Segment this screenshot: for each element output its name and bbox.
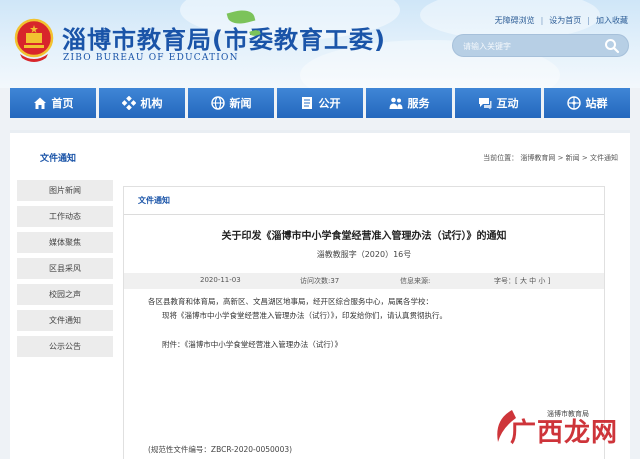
nav-news[interactable]: 新闻: [188, 88, 274, 118]
sidebar-item-file-notice[interactable]: 文件通知: [17, 310, 113, 331]
home-icon: [33, 97, 46, 109]
standard-document-number: (规范性文件编号：ZBCR-2020-0050003): [148, 445, 293, 454]
nav-public[interactable]: 公开: [277, 88, 363, 118]
search-input[interactable]: [463, 39, 603, 53]
section-header: 文件通知 当前位置： 淄博教育网 > 新闻 > 文件通知: [10, 130, 630, 176]
nav-label: 互动: [496, 97, 519, 110]
sidebar-item-photo-news[interactable]: 图片新闻: [17, 180, 113, 201]
recipients-text: 各区县教育和体育局，高新区、文昌湖区地事局，经开区综合服务中心，局属各学校：: [148, 297, 433, 306]
set-homepage-link[interactable]: 设为首页: [549, 16, 581, 25]
watermark-text: 广西龙网: [510, 418, 619, 448]
nav-label: 机构: [140, 97, 163, 110]
sidebar-item-campus-voice[interactable]: 校园之声: [17, 284, 113, 305]
site-title[interactable]: 淄博市教育局(市委教育工委): [62, 20, 386, 55]
sidebar-item-media-focus[interactable]: 媒体聚焦: [17, 232, 113, 253]
info-source: 信息来源:: [400, 277, 431, 285]
site-header: 淄博市教育局(市委教育工委) ZIBO BUREAU OF EDUCATION …: [0, 0, 640, 88]
nav-home[interactable]: 首页: [10, 88, 96, 118]
main-nav: 首页 机构 新闻 公开 服务 互动 站群: [10, 88, 630, 118]
nav-org[interactable]: 机构: [99, 88, 185, 118]
search-icon[interactable]: [604, 38, 620, 54]
search-box: [452, 34, 629, 57]
article-meta: 2020-11-03 访问次数:37 信息来源: 字号：[ 大 中 小 ]: [124, 273, 604, 289]
nav-label: 服务: [407, 97, 430, 110]
sidebar-item-announcements[interactable]: 公示公告: [17, 336, 113, 357]
national-emblem-icon: [14, 18, 54, 62]
breadcrumb[interactable]: 当前位置： 淄博教育网 > 新闻 > 文件通知: [483, 153, 618, 163]
nav-sites[interactable]: 站群: [544, 88, 630, 118]
globe-icon: [210, 96, 225, 110]
nav-interact[interactable]: 互动: [455, 88, 541, 118]
accessibility-link[interactable]: 无障碍浏览: [495, 16, 535, 25]
document-number: 淄教教服字（2020）16号: [316, 250, 412, 259]
nav-label: 站群: [585, 97, 608, 110]
divider: [124, 214, 604, 215]
font-size-control[interactable]: 字号：[ 大 中 小 ]: [494, 276, 550, 286]
sidebar-item-district-news[interactable]: 区县采风: [17, 258, 113, 279]
nav-label: 首页: [51, 97, 74, 110]
nav-label: 新闻: [229, 97, 252, 110]
chat-icon: [478, 98, 491, 110]
org-icon: [121, 96, 136, 110]
view-count: 访问次数:37: [300, 277, 340, 285]
attachment-link[interactable]: 附件：《淄博市中小学食堂经营准入管理办法（试行）》: [162, 339, 342, 350]
sidebar: 图片新闻 工作动态 媒体聚焦 区县采风 校园之声 文件通知 公示公告: [10, 176, 120, 459]
publish-date: 2020-11-03: [200, 276, 241, 284]
nav-service[interactable]: 服务: [366, 88, 452, 118]
section-title: 文件通知: [40, 154, 77, 164]
article-section-label: 文件通知: [138, 196, 170, 205]
people-icon: [389, 97, 402, 109]
document-icon: [301, 97, 312, 109]
nav-label: 公开: [318, 97, 341, 110]
add-favorite-link[interactable]: 加入收藏: [596, 16, 628, 25]
article-title: 关于印发《淄博市中小学食堂经营准入管理办法（试行）》的通知: [221, 231, 507, 242]
network-icon: [566, 96, 581, 110]
top-links: 无障碍浏览 | 设为首页 | 加入收藏: [494, 16, 628, 25]
sidebar-item-work-news[interactable]: 工作动态: [17, 206, 113, 227]
site-subtitle: ZIBO BUREAU OF EDUCATION: [63, 53, 239, 63]
body-text: 现将《淄博市中小学食堂经营准入管理办法（试行）》，印发给你们，请认真贯彻执行。: [162, 311, 447, 320]
